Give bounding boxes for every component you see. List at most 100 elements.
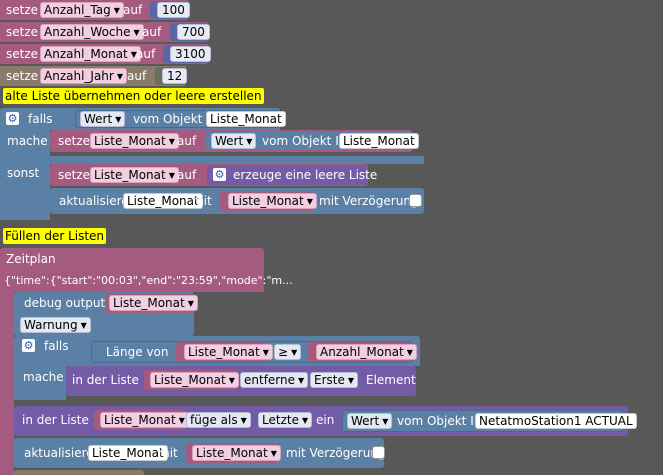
auf-label: auf bbox=[177, 134, 197, 148]
get-value-block[interactable]: Wert ▼ vom Objekt ID NetatmoStation1 ACTU… bbox=[342, 410, 637, 432]
mache-label: mache bbox=[7, 134, 48, 148]
set-empty-list-block[interactable]: setze Liste_Monat ▼ auf ⚙ erzeuge eine le… bbox=[50, 164, 377, 186]
next-block-stub[interactable] bbox=[14, 470, 144, 475]
if-else-block[interactable]: ⚙ falls Wert ▼ vom Objekt ID Liste_Monat … bbox=[0, 108, 424, 220]
get-value-block[interactable]: Wert ▼ vom Objekt ID Liste_Monat bbox=[205, 132, 419, 150]
var-dropdown-anzahl-jahr[interactable]: Anzahl_Jahr ▼ bbox=[40, 68, 127, 84]
object-id-field[interactable]: Liste_Monat bbox=[123, 193, 203, 209]
var-dropdown-liste-monat[interactable]: Liste_Monat ▼ bbox=[90, 133, 179, 149]
if-mid-bar bbox=[0, 156, 424, 164]
set-label: setze bbox=[58, 134, 91, 148]
var-dropdown-liste-monat[interactable]: Liste_Monat ▼ bbox=[228, 193, 317, 209]
variable-get-block[interactable]: Liste_Monat ▼ bbox=[220, 191, 317, 211]
list-position-dropdown[interactable]: Letzte ▼ bbox=[258, 412, 313, 428]
list-position-dropdown[interactable]: Erste ▼ bbox=[310, 372, 359, 388]
compare-operator-dropdown[interactable]: ≥ ▼ bbox=[274, 344, 302, 360]
gear-icon[interactable]: ⚙ bbox=[6, 112, 19, 125]
object-id-field[interactable]: Liste_Monat bbox=[206, 111, 286, 127]
aktualisiere-label: aktualisiere bbox=[24, 446, 94, 460]
number-block[interactable]: 12 bbox=[155, 67, 188, 85]
in-der-liste-label: in der Liste bbox=[22, 413, 89, 427]
variable-get-block[interactable]: Liste_Monat ▼ bbox=[105, 293, 198, 313]
comment-block[interactable]: alte Liste übernehmen oder leere erstell… bbox=[3, 88, 264, 104]
update-block[interactable]: aktualisiere Liste_Monat mit Liste_Monat… bbox=[14, 438, 386, 468]
if-header: ⚙ falls Länge von Liste_Monat ▼ ≥ ▼ Anzahl… bbox=[14, 336, 420, 366]
compare-block[interactable]: Länge von Liste_Monat ▼ ≥ ▼ Anzahl_Monat ▼ bbox=[91, 341, 417, 363]
var-dropdown-liste-monat[interactable]: Liste_Monat ▼ bbox=[109, 295, 198, 311]
create-list-label: erzeuge eine leere Liste bbox=[233, 168, 378, 182]
var-dropdown-anzahl-woche[interactable]: Anzahl_Woche ▼ bbox=[40, 24, 144, 40]
delay-checkbox[interactable] bbox=[372, 446, 385, 459]
schedule-left-bar bbox=[0, 292, 14, 475]
auf-label: auf bbox=[177, 168, 197, 182]
set-label: setze bbox=[6, 25, 39, 39]
comment-block[interactable]: Füllen der Listen bbox=[3, 228, 107, 244]
laenge-label: Länge von bbox=[106, 345, 169, 359]
delay-checkbox[interactable] bbox=[409, 194, 422, 207]
ein-label: ein bbox=[316, 413, 335, 427]
object-id-field[interactable]: Liste_Monat bbox=[339, 133, 419, 149]
auf-label: auf bbox=[127, 69, 147, 83]
aktualisiere-label: aktualisiere bbox=[59, 194, 129, 208]
number-block[interactable]: 100 bbox=[150, 1, 190, 19]
object-id-field[interactable]: Liste_Monat bbox=[88, 445, 168, 461]
list-remove-block[interactable]: in der Liste Liste_Monat ▼ entferne ▼ Erst… bbox=[66, 366, 416, 396]
list-mode-dropdown[interactable]: entferne ▼ bbox=[240, 372, 309, 388]
vom-objekt-label: vom Objekt ID bbox=[262, 134, 348, 148]
debug-output-label: debug output bbox=[24, 296, 106, 310]
gear-icon[interactable]: ⚙ bbox=[22, 339, 35, 352]
list-mode-dropdown[interactable]: füge als ▼ bbox=[186, 412, 251, 428]
if-header: ⚙ falls Wert ▼ vom Objekt ID Liste_Monat bbox=[0, 108, 286, 130]
var-dropdown-liste-monat[interactable]: Liste_Monat ▼ bbox=[90, 167, 179, 183]
set-block-tag[interactable]: setze Anzahl_Tag ▼ auf 100 bbox=[0, 0, 190, 20]
variable-get-block[interactable]: Liste_Monat ▼ bbox=[94, 410, 189, 430]
set-label: setze bbox=[6, 69, 39, 83]
falls-label: falls bbox=[28, 112, 53, 126]
var-dropdown-liste-monat[interactable]: Liste_Monat ▼ bbox=[192, 445, 281, 461]
log-level-dropdown[interactable]: Warnung ▼ bbox=[20, 317, 91, 333]
var-dropdown-anzahl-tag[interactable]: Anzahl_Tag ▼ bbox=[40, 2, 124, 18]
schedule-value[interactable]: {"time":{"start":"00:03","end":"23:59","… bbox=[4, 273, 293, 289]
wert-dropdown[interactable]: Wert ▼ bbox=[80, 111, 126, 127]
falls-label: falls bbox=[44, 339, 69, 353]
object-id-field[interactable]: NetatmoStation1 ACTUAL bbox=[475, 413, 637, 429]
var-dropdown-anzahl-monat[interactable]: Anzahl_Monat ▼ bbox=[40, 46, 141, 62]
debug-output-block[interactable]: debug output Liste_Monat ▼ Warnung ▼ bbox=[14, 292, 198, 336]
if-block-length[interactable]: ⚙ falls Länge von Liste_Monat ▼ ≥ ▼ Anzahl… bbox=[14, 336, 420, 400]
var-dropdown-liste-monat[interactable]: Liste_Monat ▼ bbox=[150, 372, 239, 388]
number-field[interactable]: 100 bbox=[157, 2, 190, 18]
variable-get-block[interactable]: Liste_Monat ▼ bbox=[186, 443, 281, 463]
variable-get-block[interactable]: Anzahl_Monat ▼ bbox=[308, 342, 417, 362]
mit-label: mit bbox=[158, 446, 178, 460]
auf-label: auf bbox=[123, 3, 143, 17]
var-dropdown-anzahl-monat[interactable]: Anzahl_Monat ▼ bbox=[316, 344, 417, 360]
set-block-woche[interactable]: setze Anzahl_Woche ▼ auf 700 bbox=[0, 22, 210, 42]
number-block[interactable]: 700 bbox=[170, 23, 210, 41]
delay-label: mit Verzögerung bbox=[319, 194, 419, 208]
schedule-header: Zeitplan {"time":{"start":"00:03","end":… bbox=[0, 248, 293, 292]
number-block[interactable]: 3100 bbox=[163, 45, 211, 63]
auf-label: auf bbox=[136, 47, 156, 61]
var-dropdown-liste-monat[interactable]: Liste_Monat ▼ bbox=[100, 412, 189, 428]
schedule-label: Zeitplan bbox=[6, 252, 56, 266]
gear-icon[interactable]: ⚙ bbox=[213, 168, 226, 181]
list-insert-block[interactable]: in der Liste Liste_Monat ▼ füge als ▼ Letz… bbox=[14, 406, 637, 436]
var-dropdown-liste-monat[interactable]: Liste_Monat ▼ bbox=[184, 344, 273, 360]
get-value-block[interactable]: Wert ▼ vom Objekt ID Liste_Monat bbox=[75, 110, 286, 128]
create-list-block[interactable]: ⚙ erzeuge eine leere Liste bbox=[207, 165, 377, 185]
delay-label: mit Verzögerung bbox=[286, 446, 386, 460]
variable-get-block[interactable]: Liste_Monat ▼ bbox=[176, 342, 273, 362]
number-field[interactable]: 700 bbox=[177, 24, 210, 40]
schedule-block[interactable]: Zeitplan {"time":{"start":"00:03","end":… bbox=[0, 248, 637, 475]
update-block[interactable]: aktualisiere Liste_Monat mit Liste_Monat… bbox=[50, 188, 424, 214]
mache-label: mache bbox=[23, 370, 64, 384]
number-field[interactable]: 12 bbox=[162, 68, 188, 84]
wert-dropdown[interactable]: Wert ▼ bbox=[211, 133, 257, 149]
set-liste-monat-block[interactable]: setze Liste_Monat ▼ auf Wert ▼ vom Objekt … bbox=[50, 130, 419, 152]
wert-dropdown[interactable]: Wert ▼ bbox=[347, 413, 393, 429]
number-field[interactable]: 3100 bbox=[170, 46, 211, 62]
set-label: setze bbox=[6, 47, 39, 61]
set-block-monat[interactable]: setze Anzahl_Monat ▼ auf 3100 bbox=[0, 44, 211, 64]
variable-get-block[interactable]: Liste_Monat ▼ bbox=[144, 370, 239, 390]
set-block-jahr[interactable]: setze Anzahl_Jahr ▼ auf 12 bbox=[0, 66, 188, 86]
